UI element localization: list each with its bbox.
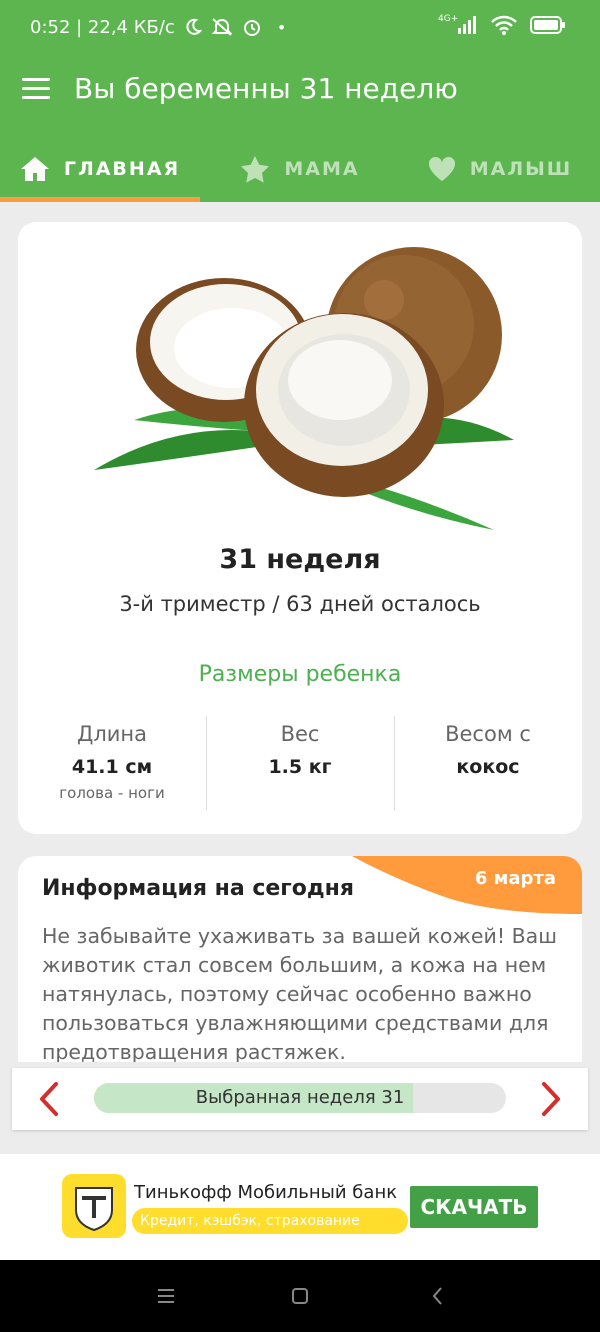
battery-icon [530, 16, 565, 34]
metric-compare: Весом с кокос [394, 716, 582, 810]
metric-length-label: Длина [76, 722, 148, 746]
moon-icon [186, 18, 203, 35]
status-right: 4G+ [438, 14, 566, 36]
metric-compare-value: кокос [456, 756, 520, 778]
date-label: 6 марта [474, 868, 556, 889]
week-progress-bar[interactable]: Выбранная неделя 31 [94, 1083, 506, 1113]
week-selector-label: Выбранная неделя 31 [195, 1087, 405, 1108]
baby-metrics: Длина 41.1 см голова - ноги Вес 1.5 кг В… [18, 716, 582, 810]
prev-week-button[interactable] [30, 1080, 70, 1118]
metric-length-note: голова - ноги [59, 784, 165, 802]
tab-baby-label: МАЛЫШ [469, 158, 573, 180]
ad-subtitle: Кредит, кэшбэк, страхование [132, 1208, 408, 1234]
metric-weight-value: 1.5 кг [268, 756, 332, 778]
app-title: Вы беременны 31 неделю [74, 72, 458, 105]
home-icon [20, 157, 49, 181]
tab-mom[interactable]: МАМА [200, 136, 400, 202]
tab-home[interactable]: ГЛАВНАЯ [0, 136, 200, 202]
metric-weight: Вес 1.5 кг [206, 716, 394, 810]
next-week-button[interactable] [530, 1080, 570, 1118]
alarm-icon [243, 20, 260, 36]
menu-button[interactable] [22, 78, 52, 100]
info-title: Информация на сегодня [42, 876, 355, 901]
metric-length-value: 41.1 см [71, 756, 153, 778]
ad-banner[interactable]: Тинькофф Мобильный банк Кредит, кэшбэк, … [0, 1154, 600, 1260]
bank-logo-icon [62, 1174, 126, 1238]
week-subtitle: 3-й триместр / 63 дней осталось [119, 592, 481, 616]
star-icon [241, 156, 270, 183]
status-left: 0:52 | 22,4 КБ/с • [30, 16, 286, 38]
tab-baby[interactable]: МАЛЫШ [400, 136, 600, 202]
metric-weight-label: Вес [280, 722, 320, 746]
back-icon[interactable] [426, 1284, 450, 1308]
status-time-speed: 0:52 | 22,4 КБ/с [30, 16, 175, 38]
info-body: Не забывайте ухаживать за вашей кожей! В… [42, 924, 557, 1062]
tab-bar: ГЛАВНАЯ МАМА МАЛЫШ [0, 136, 600, 202]
mute-icon [211, 18, 233, 36]
wifi-icon [491, 15, 517, 35]
metric-compare-label: Весом с [445, 722, 531, 746]
home-nav-icon[interactable] [288, 1284, 312, 1308]
dot-icon: • [276, 17, 287, 37]
app-bar: Вы беременны 31 неделю ГЛАВНАЯ МАМА МАЛЫ… [0, 56, 600, 202]
download-button[interactable]: СКАЧАТЬ [410, 1186, 538, 1228]
recents-icon[interactable] [154, 1284, 178, 1308]
tab-home-label: ГЛАВНАЯ [63, 158, 181, 180]
week-title: 31 неделя [219, 544, 381, 575]
ad-title: Тинькофф Мобильный банк [134, 1182, 398, 1203]
tab-mom-label: МАМА [284, 158, 360, 180]
metric-length: Длина 41.1 см голова - ноги [18, 716, 206, 810]
signal-icon: 4G+ [438, 14, 478, 36]
week-card: 31 неделя 3-й триместр / 63 дней осталос… [18, 222, 582, 834]
status-bar: 0:52 | 22,4 КБ/с • 4G+ [0, 0, 600, 56]
system-nav-bar [0, 1260, 600, 1332]
baby-sizes-link[interactable]: Размеры ребенка [18, 662, 582, 687]
info-card[interactable]: 6 марта Информация на сегодня Не забывай… [18, 856, 582, 1062]
heart-icon [428, 156, 455, 181]
coconut-image [94, 247, 514, 530]
week-selector: Выбранная неделя 31 [12, 1068, 588, 1130]
